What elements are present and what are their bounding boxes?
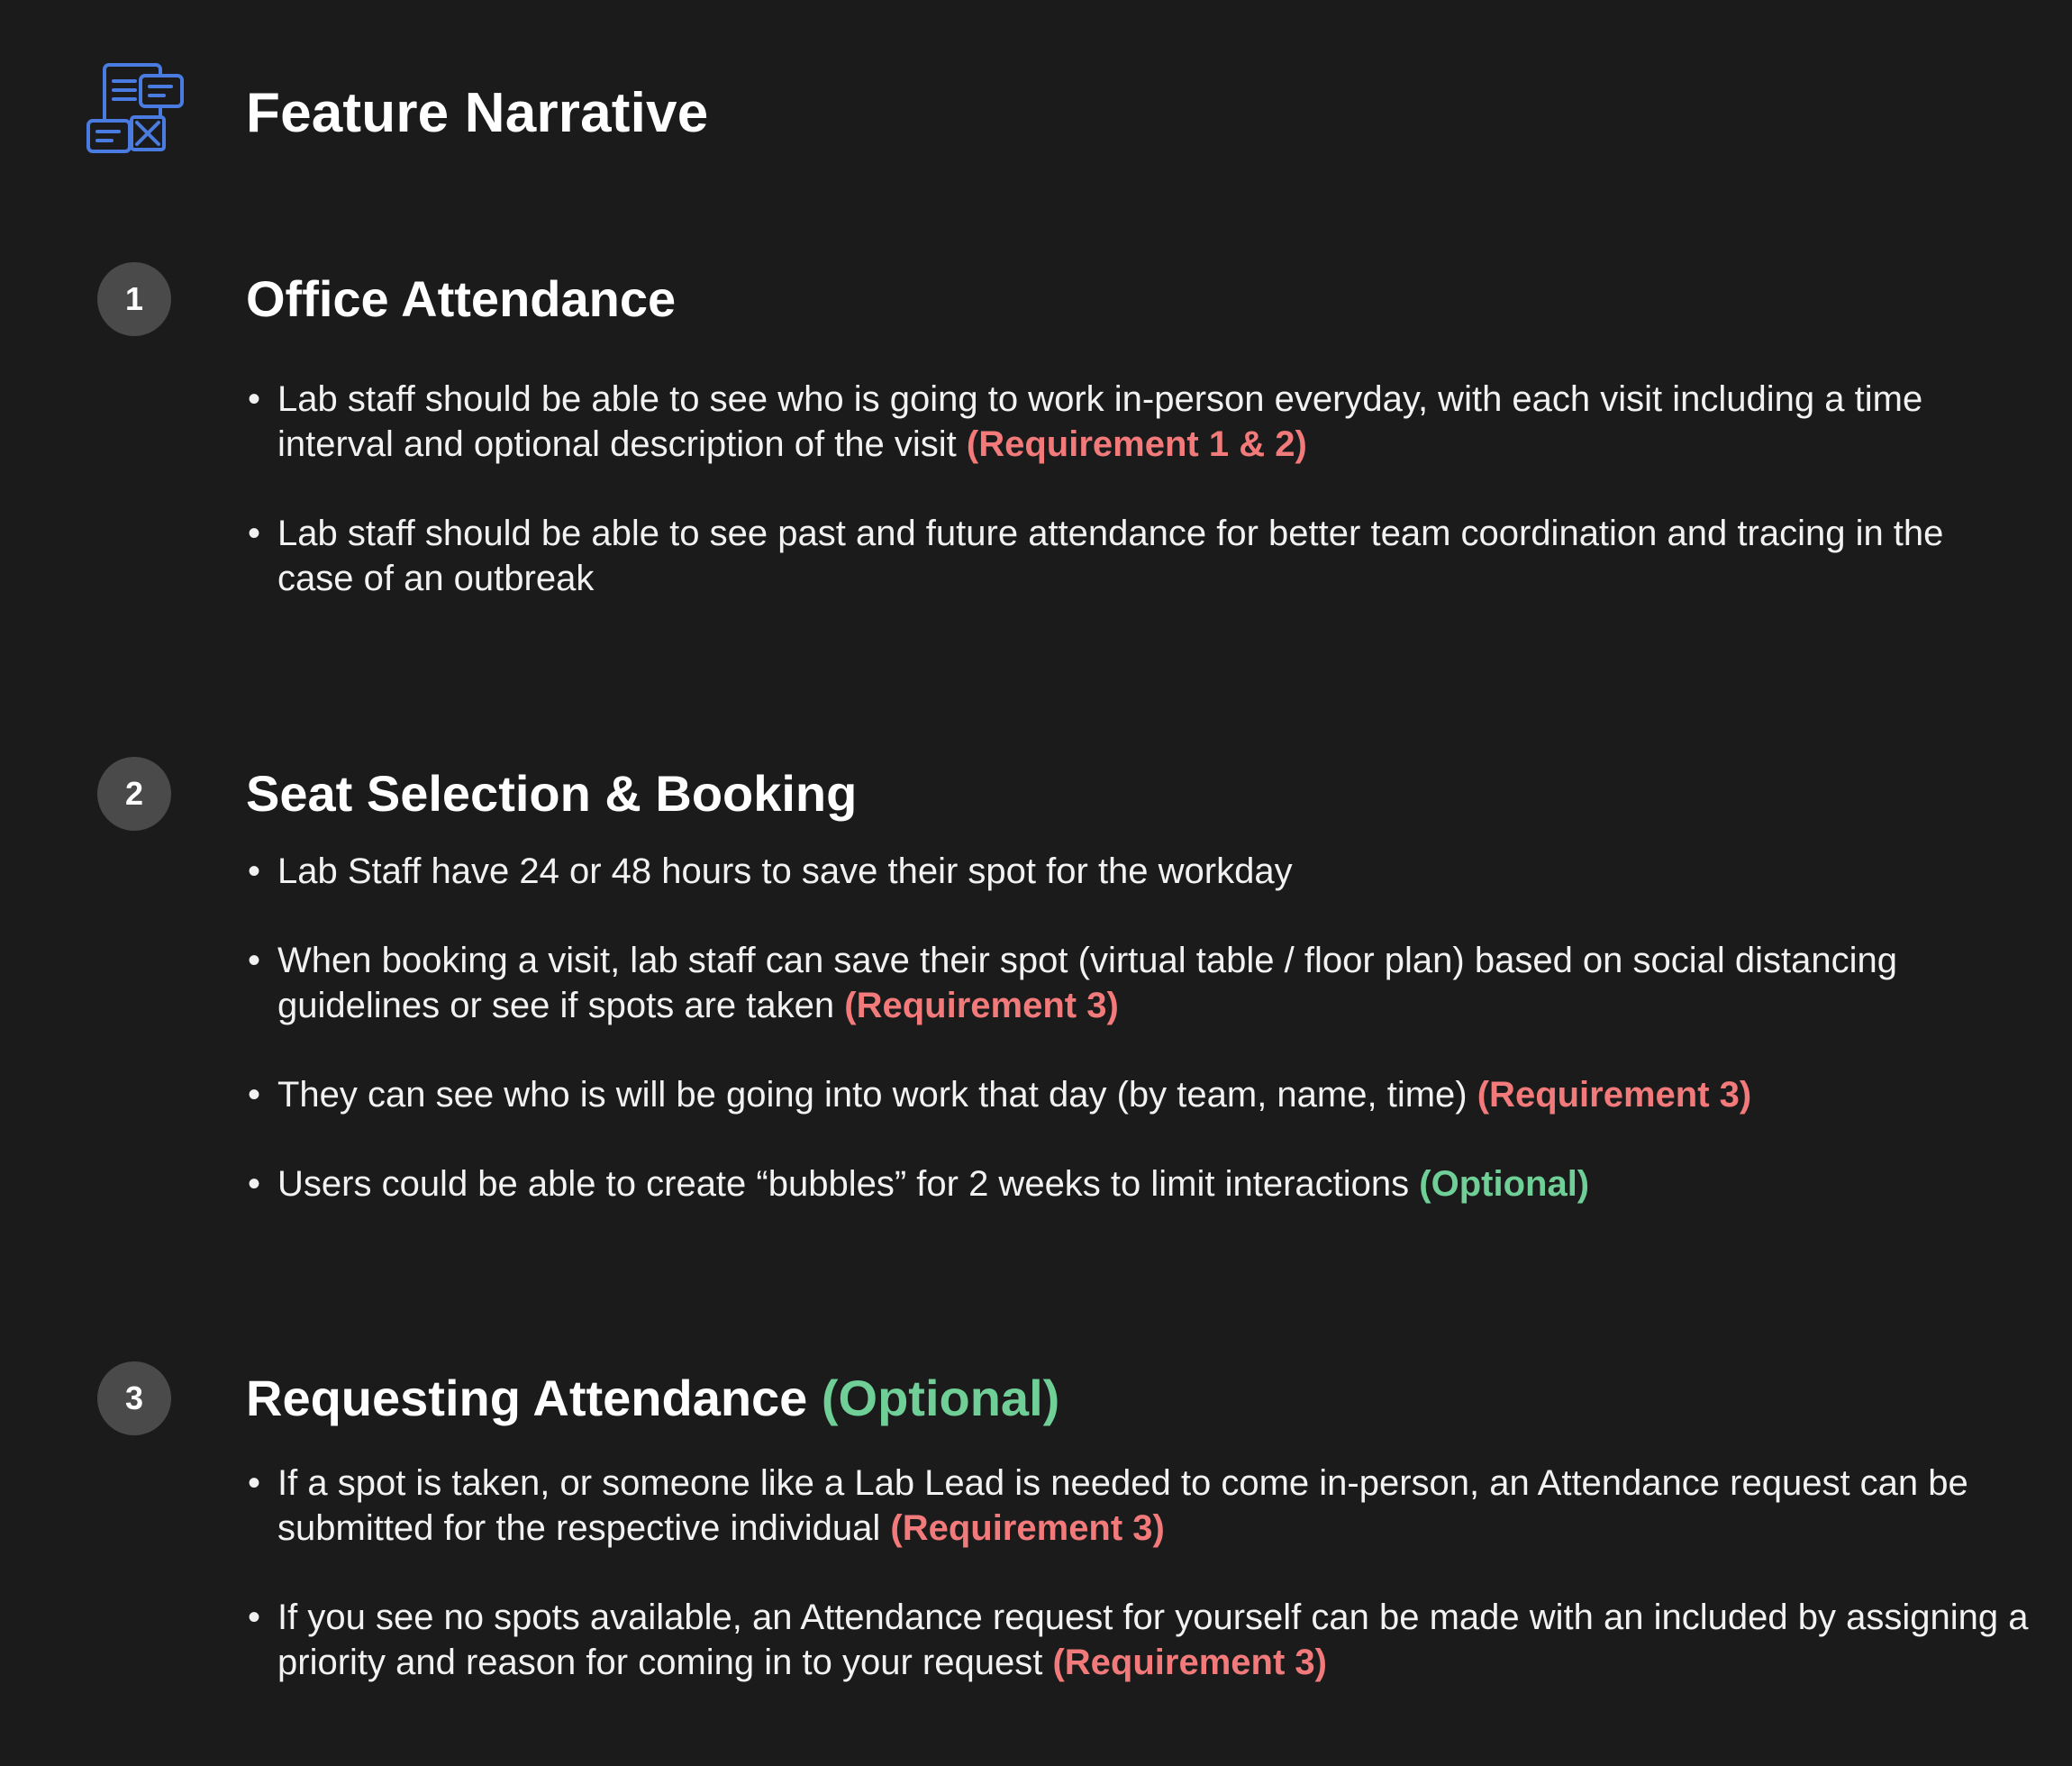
- list-item: Lab Staff have 24 or 48 hours to save th…: [246, 849, 2030, 894]
- list-item: Lab staff should be able to see past and…: [246, 511, 2030, 601]
- optional-tag: (Optional): [1419, 1164, 1590, 1204]
- bullet-list: Lab Staff have 24 or 48 hours to save th…: [246, 849, 2030, 1206]
- requirement-tag: (Requirement 3): [1052, 1643, 1327, 1682]
- optional-tag: (Optional): [821, 1370, 1060, 1426]
- page-title: Feature Narrative: [246, 82, 709, 144]
- list-item: If a spot is taken, or someone like a La…: [246, 1461, 2030, 1551]
- requirement-tag: (Requirement 3): [844, 986, 1119, 1025]
- section-title: Requesting Attendance (Optional): [246, 1370, 1060, 1426]
- step-badge: 1: [97, 262, 171, 336]
- list-item: Users could be able to create “bubbles” …: [246, 1161, 2030, 1206]
- bullet-list: Lab staff should be able to see who is g…: [246, 377, 2030, 601]
- page-header: [85, 61, 186, 166]
- step-badge: 2: [97, 757, 171, 831]
- requirement-tag: (Requirement 3): [1477, 1075, 1752, 1115]
- list-item: If you see no spots available, an Attend…: [246, 1595, 2030, 1685]
- section-title: Seat Selection & Booking: [246, 765, 858, 822]
- requirement-tag: (Requirement 3): [890, 1508, 1165, 1548]
- step-badge: 3: [97, 1361, 171, 1435]
- bullet-list: If a spot is taken, or someone like a La…: [246, 1461, 2030, 1685]
- document-layout-icon: [86, 63, 184, 153]
- list-item: They can see who is will be going into w…: [246, 1072, 2030, 1117]
- list-item: Lab staff should be able to see who is g…: [246, 377, 2030, 467]
- requirement-tag: (Requirement 1 & 2): [966, 424, 1307, 464]
- list-item: When booking a visit, lab staff can save…: [246, 938, 2030, 1028]
- section-title: Office Attendance: [246, 270, 677, 327]
